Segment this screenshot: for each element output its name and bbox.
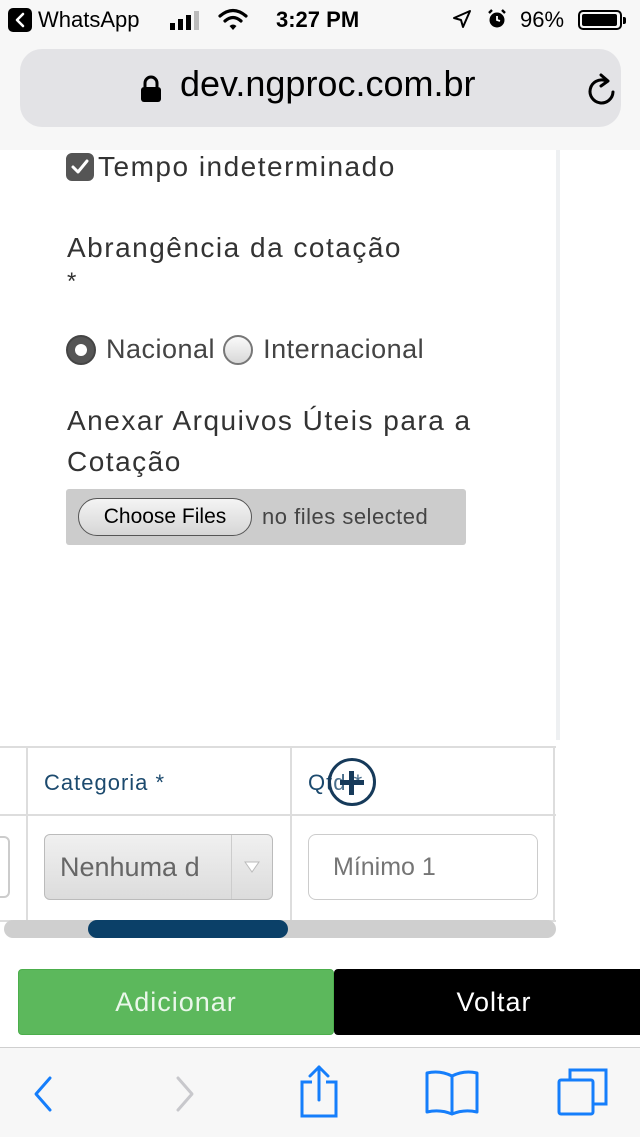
back-chevron-icon [8, 8, 32, 32]
quantity-input[interactable] [308, 834, 538, 900]
battery-percent: 96% [520, 7, 565, 32]
column-header-categoria: Categoria * [44, 770, 166, 795]
right-divider [556, 150, 560, 740]
share-icon[interactable] [298, 1064, 340, 1118]
lock-icon [141, 75, 161, 102]
bookmarks-icon[interactable] [424, 1068, 480, 1116]
signal-icon [170, 10, 199, 30]
dropdown-arrow-icon [231, 835, 272, 899]
back-app-label: WhatsApp [38, 7, 140, 32]
clock: 3:27 PM [276, 7, 360, 32]
indefinite-time-checkbox[interactable]: Tempo indeterminado [66, 151, 396, 183]
status-bar: WhatsApp 3:27 PM 96% [0, 0, 640, 40]
file-status: no files selected [262, 504, 429, 529]
radio-nacional[interactable] [66, 334, 96, 365]
browser-address-bar: dev.ngproc.com.br [0, 40, 640, 151]
radio-internacional[interactable] [223, 334, 254, 365]
scope-label: Abrangência da cotação [67, 232, 402, 263]
horizontal-scrollbar[interactable] [4, 920, 556, 938]
scope-radio-group: Nacional Internacional [66, 334, 424, 365]
attach-files-label: Anexar Arquivos Úteis para a Cotação [67, 405, 472, 477]
add-button[interactable]: Adicionar [18, 969, 334, 1035]
location-icon [453, 10, 471, 28]
forward-icon[interactable] [170, 1072, 198, 1116]
url-field[interactable]: dev.ngproc.com.br [20, 49, 621, 127]
back-button[interactable]: Voltar [334, 969, 640, 1035]
browser-toolbar [0, 1047, 640, 1137]
required-mark: * [67, 268, 77, 295]
reload-icon[interactable] [586, 73, 618, 107]
checkbox-label: Tempo indeterminado [98, 151, 396, 182]
back-icon[interactable] [30, 1072, 58, 1116]
items-table: Categoria * Qtd * Nenhuma d [0, 746, 556, 922]
wifi-icon [218, 8, 248, 30]
table-header-divider [0, 814, 556, 816]
scrollbar-thumb[interactable] [88, 920, 288, 938]
back-to-app[interactable]: WhatsApp [8, 7, 140, 33]
table-divider [26, 748, 28, 920]
table-divider [553, 748, 555, 920]
category-select[interactable]: Nenhuma d [44, 834, 273, 900]
alarm-icon [488, 9, 506, 28]
checkbox-check-icon [66, 153, 94, 181]
add-row-plus-icon[interactable] [328, 758, 376, 806]
page-content: Tempo indeterminado Abrangência da cotaç… [0, 150, 640, 1047]
url-text: dev.ngproc.com.br [180, 63, 476, 104]
previous-column-input[interactable] [0, 836, 10, 898]
table-divider [290, 748, 292, 920]
battery-icon [578, 10, 626, 30]
choose-files-button[interactable]: Choose Files [78, 498, 252, 536]
file-input[interactable]: Choose Files no files selected [66, 489, 466, 545]
category-select-value: Nenhuma d [60, 852, 200, 882]
radio-internacional-label: Internacional [263, 334, 425, 364]
radio-nacional-label: Nacional [106, 334, 216, 364]
tabs-icon[interactable] [556, 1066, 610, 1118]
